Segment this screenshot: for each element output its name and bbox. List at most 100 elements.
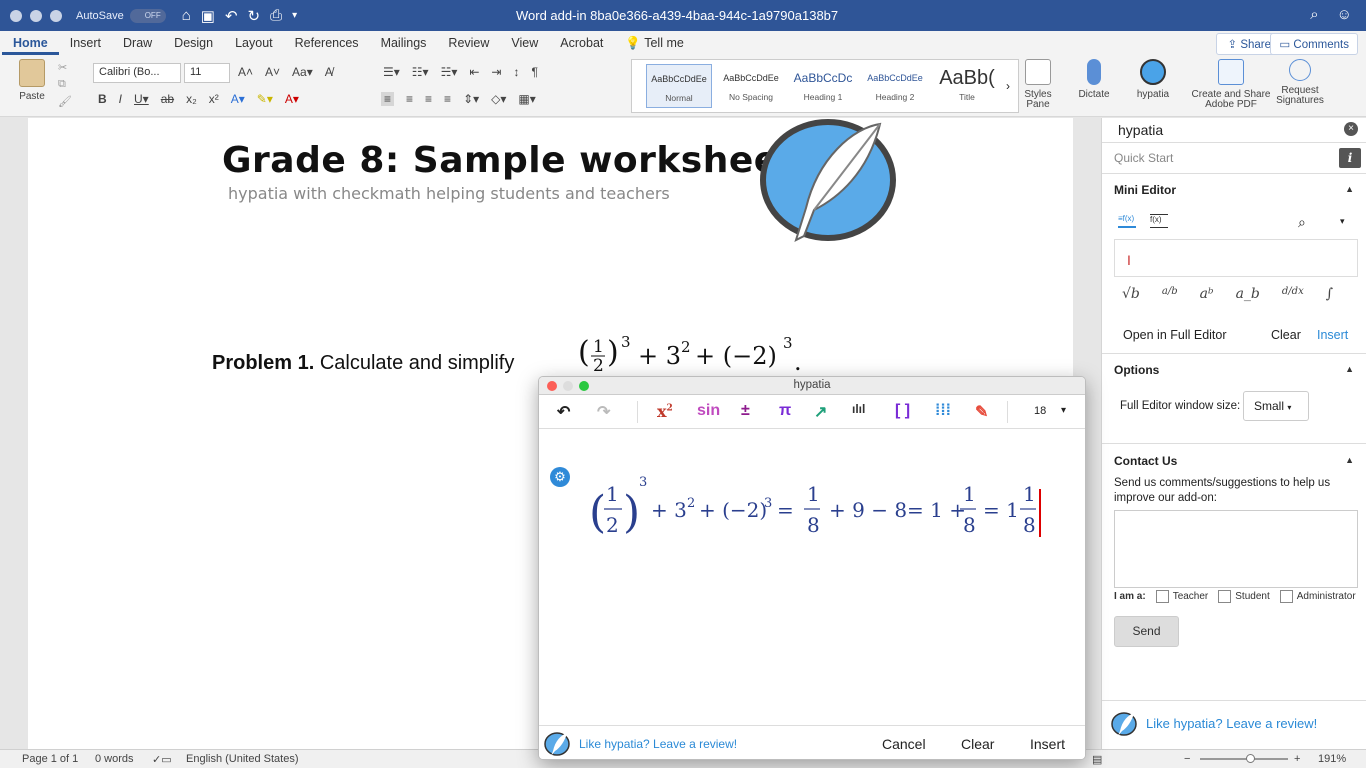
tab-insert[interactable]: Insert bbox=[59, 31, 112, 55]
operators-palette-icon[interactable]: ± bbox=[741, 402, 750, 420]
shrink-font-icon[interactable]: A˅ bbox=[265, 65, 280, 79]
tab-design[interactable]: Design bbox=[163, 31, 224, 55]
increase-indent-icon[interactable]: ⇥ bbox=[491, 65, 501, 79]
font-size-dropdown-icon[interactable]: ▾ bbox=[1061, 405, 1066, 416]
tab-acrobat[interactable]: Acrobat bbox=[549, 31, 614, 55]
derivative-icon[interactable]: d/dx bbox=[1282, 286, 1304, 302]
tab-mailings[interactable]: Mailings bbox=[370, 31, 438, 55]
superscript-math-icon[interactable]: aᵇ bbox=[1200, 286, 1214, 302]
change-case-icon[interactable]: Aa▾ bbox=[292, 65, 313, 79]
request-signatures-button[interactable]: Request Signatures bbox=[1272, 59, 1328, 106]
pane-review-link[interactable]: Like hypatia? Leave a review! bbox=[1146, 716, 1317, 731]
tab-layout[interactable]: Layout bbox=[224, 31, 284, 55]
editor-cancel-button[interactable]: Cancel bbox=[882, 736, 926, 752]
bold-icon[interactable]: B bbox=[98, 92, 107, 106]
search-icon[interactable]: ⌕ bbox=[1310, 6, 1318, 23]
editor-review-link[interactable]: Like hypatia? Leave a review! bbox=[579, 737, 737, 751]
account-icon[interactable]: ☺ bbox=[1337, 6, 1352, 23]
feedback-textarea[interactable] bbox=[1114, 510, 1358, 588]
tab-view[interactable]: View bbox=[500, 31, 549, 55]
subscript-icon[interactable]: x₂ bbox=[186, 92, 197, 106]
font-size-select[interactable]: 11 bbox=[184, 63, 230, 83]
shading-icon[interactable]: ◇▾ bbox=[491, 92, 506, 106]
home-icon[interactable]: ⌂ bbox=[182, 7, 191, 25]
settings-gear-icon[interactable]: ⚙ bbox=[550, 467, 570, 487]
options-title[interactable]: Options bbox=[1114, 363, 1159, 377]
zoom-slider-thumb[interactable] bbox=[1246, 754, 1255, 763]
inline-math-icon[interactable]: ≡f(x) bbox=[1118, 214, 1136, 228]
dictate-button[interactable]: Dictate bbox=[1074, 59, 1114, 100]
collapse-arrow-icon[interactable]: ▲ bbox=[1345, 184, 1354, 194]
mini-insert-button[interactable]: Insert bbox=[1317, 328, 1348, 342]
print-icon[interactable]: ⎙ bbox=[270, 7, 282, 25]
font-color-icon[interactable]: A▾ bbox=[285, 92, 299, 106]
options-collapse-icon[interactable]: ▲ bbox=[1345, 364, 1354, 374]
page-count[interactable]: Page 1 of 1 bbox=[22, 753, 78, 765]
window-size-select[interactable]: Small ▾ bbox=[1243, 391, 1309, 421]
editor-insert-button[interactable]: Insert bbox=[1030, 736, 1065, 752]
customize-qat-icon[interactable]: ▾ bbox=[292, 7, 297, 25]
show-marks-icon[interactable]: ¶ bbox=[531, 65, 537, 79]
text-effects-icon[interactable]: A▾ bbox=[231, 92, 245, 106]
style-heading-2[interactable]: AaBbCcDdEe Heading 2 bbox=[862, 64, 928, 108]
tell-me-search[interactable]: 💡 Tell me bbox=[614, 31, 694, 55]
open-full-editor-link[interactable]: Open in Full Editor bbox=[1123, 328, 1227, 342]
mini-editor-input[interactable]: I bbox=[1114, 239, 1358, 277]
mini-editor-title[interactable]: Mini Editor bbox=[1114, 183, 1176, 197]
strikethrough-icon[interactable]: ab bbox=[161, 92, 174, 106]
paste-button[interactable]: Paste bbox=[12, 59, 52, 102]
style-no-spacing[interactable]: AaBbCcDdEe No Spacing bbox=[718, 64, 784, 108]
zoom-window-button[interactable] bbox=[50, 9, 62, 22]
styles-more-icon[interactable]: › bbox=[1006, 79, 1010, 93]
trig-palette-icon[interactable]: sin bbox=[697, 402, 720, 420]
sort-icon[interactable]: ↕ bbox=[513, 65, 519, 79]
decrease-indent-icon[interactable]: ⇤ bbox=[469, 65, 479, 79]
fraction-icon[interactable]: a/b bbox=[1162, 286, 1178, 302]
brackets-palette-icon[interactable]: [ ] bbox=[895, 402, 910, 420]
chart-palette-icon[interactable]: ılıl bbox=[852, 402, 865, 416]
close-icon[interactable]: × bbox=[1344, 122, 1358, 136]
bullets-icon[interactable]: ☰▾ bbox=[383, 65, 400, 79]
styles-pane-button[interactable]: Styles Pane bbox=[1022, 59, 1054, 110]
align-right-icon[interactable]: ≡ bbox=[425, 92, 432, 106]
zoom-level[interactable]: 191% bbox=[1318, 753, 1346, 765]
cut-icon[interactable]: ✂ bbox=[58, 61, 72, 74]
quick-start-section[interactable]: Quick Start i bbox=[1102, 142, 1366, 172]
tab-home[interactable]: Home bbox=[2, 31, 59, 55]
pane-review-banner[interactable]: Like hypatia? Leave a review! bbox=[1102, 700, 1366, 748]
justify-icon[interactable]: ≡ bbox=[444, 92, 451, 106]
dropdown-arrow-icon[interactable]: ▾ bbox=[1340, 216, 1345, 227]
line-spacing-icon[interactable]: ⇕▾ bbox=[463, 92, 479, 106]
tab-review[interactable]: Review bbox=[437, 31, 500, 55]
create-share-pdf-button[interactable]: Create and Share Adobe PDF bbox=[1188, 59, 1274, 110]
language[interactable]: English (United States) bbox=[186, 753, 299, 765]
undo-icon[interactable]: ↶ bbox=[557, 402, 570, 422]
editor-canvas[interactable]: ⚙ ( 1 2 ) 3 + 3 2 + (−2) 3 = 1 8 + 9 − 8… bbox=[539, 429, 1085, 725]
zoom-out-icon[interactable]: − bbox=[1184, 753, 1190, 765]
contact-title[interactable]: Contact Us bbox=[1114, 454, 1177, 468]
align-left-icon[interactable]: ≡ bbox=[381, 92, 395, 106]
view-mode-icon[interactable]: ▤ bbox=[1092, 753, 1102, 766]
underline-icon[interactable]: U▾ bbox=[134, 92, 149, 106]
borders-icon[interactable]: ▦▾ bbox=[518, 92, 535, 106]
proofing-icon[interactable]: ✓▭ bbox=[152, 753, 172, 766]
contact-collapse-icon[interactable]: ▲ bbox=[1345, 455, 1354, 465]
zoom-in-icon[interactable]: + bbox=[1294, 753, 1300, 765]
minimize-window-button[interactable] bbox=[30, 9, 42, 22]
teacher-checkbox[interactable]: Teacher bbox=[1155, 590, 1208, 603]
integral-icon[interactable]: ∫ bbox=[1326, 286, 1333, 302]
pencil-icon[interactable]: ✎ bbox=[975, 402, 988, 422]
clear-formatting-icon[interactable]: A̸ bbox=[325, 65, 333, 79]
tab-draw[interactable]: Draw bbox=[112, 31, 163, 55]
redo-icon[interactable]: ↻ bbox=[248, 7, 261, 25]
zoom-slider[interactable] bbox=[1200, 758, 1288, 760]
style-normal[interactable]: AaBbCcDdEe Normal bbox=[646, 64, 712, 108]
close-window-button[interactable] bbox=[10, 9, 22, 22]
superscript-icon[interactable]: x² bbox=[209, 92, 219, 106]
format-painter-icon[interactable]: 🖌 bbox=[58, 95, 72, 108]
exponent-palette-icon[interactable]: x2 bbox=[657, 402, 673, 421]
highlight-icon[interactable]: ✎▾ bbox=[257, 92, 273, 106]
grow-font-icon[interactable]: A˄ bbox=[238, 65, 253, 79]
search-icon[interactable]: ⌕ bbox=[1298, 214, 1306, 231]
greek-palette-icon[interactable]: π bbox=[779, 402, 791, 420]
